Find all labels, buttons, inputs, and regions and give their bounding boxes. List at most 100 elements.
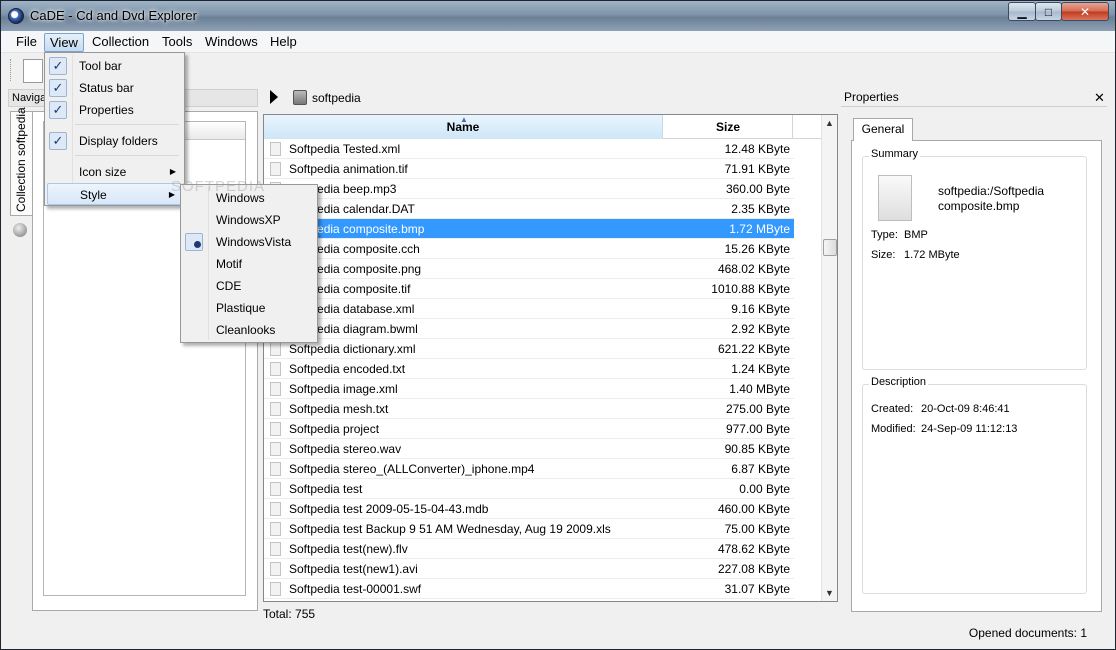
file-icon [270, 162, 281, 176]
main-window: CaDE - Cd and Dvd Explorer ▁ □ ✕ File Vi… [0, 0, 1116, 650]
summary-path-line2: composite.bmp [938, 199, 1020, 213]
menu-file[interactable]: File [11, 33, 42, 52]
table-row[interactable]: Softpedia dictionary.xml 621.22 KByte [264, 339, 794, 359]
table-row[interactable]: Softpedia project 977.00 Byte [264, 419, 794, 439]
file-icon [270, 342, 281, 356]
view-menu-statusbar[interactable]: ✓ Status bar [47, 77, 182, 99]
view-menu-style[interactable]: Style ▶ [47, 183, 182, 205]
type-label: Type: [871, 229, 898, 241]
menu-view[interactable]: View [44, 33, 84, 52]
new-document-icon[interactable] [23, 59, 43, 83]
toolbar-grip[interactable] [10, 59, 13, 81]
file-name: Softpedia test 2009-05-15-04-43.mdb [289, 502, 489, 516]
menu-windows[interactable]: Windows [200, 33, 263, 52]
file-name: Softpedia test(new).flv [289, 542, 408, 556]
table-row[interactable]: Softpedia test 0.00 Byte [264, 479, 794, 499]
file-size: 1.24 KByte [731, 362, 790, 376]
sort-ascending-icon: ▲ [460, 115, 468, 124]
style-option[interactable]: Plastique [183, 297, 315, 319]
scroll-up-icon[interactable]: ▲ [825, 118, 834, 128]
file-icon [270, 402, 281, 416]
table-row[interactable]: Softpedia composite.cch 15.26 KByte [264, 239, 794, 259]
check-icon: ✓ [49, 57, 67, 75]
file-icon [270, 362, 281, 376]
minimize-button[interactable]: ▁ [1008, 2, 1036, 21]
scroll-thumb[interactable] [823, 239, 837, 256]
table-row[interactable]: Softpedia test(new1).avi 227.08 KByte [264, 559, 794, 579]
disc-icon[interactable] [13, 223, 27, 237]
tab-general[interactable]: General [853, 118, 913, 141]
path-expand-arrow-icon[interactable] [270, 90, 278, 104]
table-row[interactable]: Softpedia composite.bmp 1.72 MByte [264, 219, 794, 239]
summary-title: Summary [869, 148, 921, 160]
document-preview-icon [878, 175, 912, 221]
radio-selected-icon [185, 233, 203, 251]
close-button[interactable]: ✕ [1061, 2, 1109, 21]
file-name: Softpedia animation.tif [289, 162, 408, 176]
table-row[interactable]: Softpedia beep.mp3 360.00 Byte [264, 179, 794, 199]
view-menu-properties[interactable]: ✓ Properties [47, 99, 182, 121]
table-row[interactable]: Softpedia composite.png 468.02 KByte [264, 259, 794, 279]
table-row[interactable]: Softpedia test Backup 9 51 AM Wednesday,… [264, 519, 794, 539]
table-row[interactable]: Softpedia composite.tif 1010.88 KByte [264, 279, 794, 299]
properties-close-icon[interactable]: ✕ [1094, 90, 1105, 106]
style-option[interactable]: WindowsXP [183, 209, 315, 231]
table-row[interactable]: Softpedia test 2009-05-15-04-43.mdb 460.0… [264, 499, 794, 519]
file-name: Softpedia image.xml [289, 382, 398, 396]
table-row[interactable]: Softpedia test(new).flv 478.62 KByte [264, 539, 794, 559]
check-icon: ✓ [49, 101, 67, 119]
style-option[interactable]: Motif [183, 253, 315, 275]
file-size: 75.00 KByte [724, 522, 790, 536]
file-size: 977.00 Byte [725, 422, 790, 436]
column-header-size[interactable]: Size [664, 115, 793, 139]
created-label: Created: [871, 403, 914, 415]
style-option[interactable]: WindowsVista [183, 231, 315, 253]
table-row[interactable]: Softpedia mesh.txt 275.00 Byte [264, 399, 794, 419]
file-size: 621.22 KByte [717, 342, 790, 356]
vertical-scrollbar[interactable]: ▲ ▼ [821, 115, 837, 601]
table-row[interactable]: Softpedia test-00001.swf 31.07 KByte [264, 579, 794, 599]
file-name: Softpedia test Backup 9 51 AM Wednesday,… [289, 522, 611, 536]
table-row[interactable]: Softpedia database.xml 9.16 KByte [264, 299, 794, 319]
created-value: 20-Oct-09 8:46:41 [921, 403, 1010, 415]
table-header: ▲ Name Size [264, 115, 821, 139]
menu-bar: File View Collection Tools Windows Help [1, 31, 1115, 53]
collection-side-tab[interactable]: Collection softpedia [10, 107, 32, 216]
maximize-button[interactable]: □ [1035, 2, 1062, 21]
view-menu: ✓ Tool bar ✓ Status bar ✓ Properties ✓ D… [44, 52, 185, 206]
description-group: Description [862, 376, 1087, 594]
size-value: 1.72 MByte [904, 249, 960, 261]
table-row[interactable]: Softpedia Tested.xml 12.48 KByte [264, 139, 794, 159]
table-row[interactable]: Softpedia calendar.DAT 2.35 KByte [264, 199, 794, 219]
size-label: Size: [871, 249, 896, 261]
view-menu-display-folders[interactable]: ✓ Display folders [47, 130, 182, 152]
table-row[interactable]: Softpedia image.xml 1.40 MByte [264, 379, 794, 399]
menu-separator [75, 124, 179, 125]
scroll-down-icon[interactable]: ▼ [825, 588, 834, 598]
file-icon [270, 562, 281, 576]
path-label[interactable]: softpedia [312, 91, 361, 105]
menu-tools[interactable]: Tools [157, 33, 197, 52]
table-row[interactable]: Softpedia animation.tif 71.91 KByte [264, 159, 794, 179]
collection-tab-label: Collection softpedia [14, 107, 28, 212]
menu-collection[interactable]: Collection [87, 33, 154, 52]
view-menu-toolbar[interactable]: ✓ Tool bar [47, 55, 182, 77]
file-size: 468.02 KByte [717, 262, 790, 276]
modified-label: Modified: [871, 423, 916, 435]
column-header-name[interactable]: ▲ Name [264, 115, 663, 139]
menu-help[interactable]: Help [265, 33, 302, 52]
modified-value: 24-Sep-09 11:12:13 [921, 423, 1018, 435]
app-disc-icon[interactable] [8, 8, 24, 24]
file-icon [270, 442, 281, 456]
table-row[interactable]: Softpedia encoded.txt 1.24 KByte [264, 359, 794, 379]
file-name: Softpedia project [289, 422, 380, 436]
window-title: CaDE - Cd and Dvd Explorer [30, 8, 197, 23]
table-row[interactable]: Softpedia diagram.bwml 2.92 KByte [264, 319, 794, 339]
file-size: 6.87 KByte [731, 462, 790, 476]
table-row[interactable]: Softpedia stereo_(ALLConverter)_iphone.m… [264, 459, 794, 479]
file-name: Softpedia test(new1).avi [289, 562, 418, 576]
table-row[interactable]: Softpedia stereo.wav 90.85 KByte [264, 439, 794, 459]
style-option[interactable]: CDE [183, 275, 315, 297]
view-menu-icon-size[interactable]: Icon size ▶ [47, 161, 182, 183]
style-option[interactable]: Cleanlooks [183, 319, 315, 341]
